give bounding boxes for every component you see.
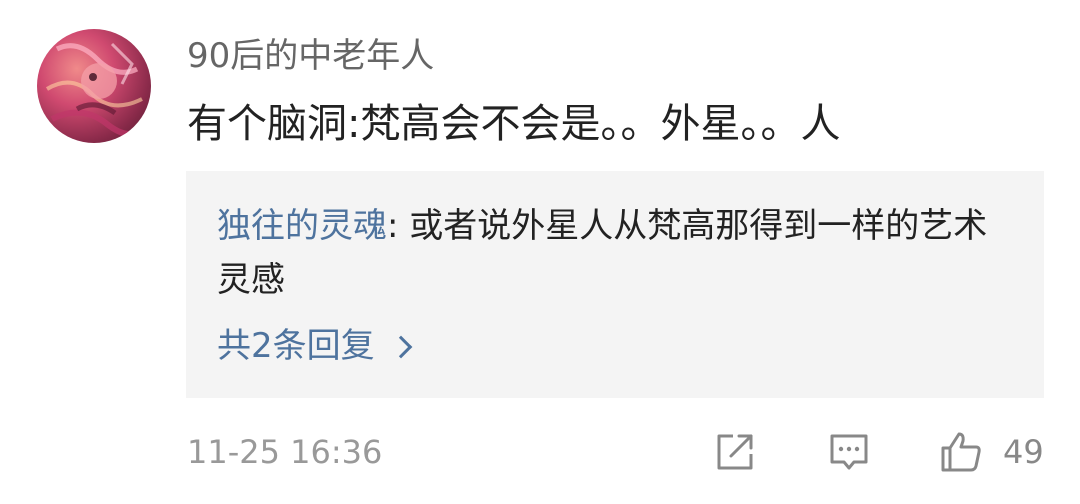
more-replies-label: 共2条回复 — [217, 326, 375, 366]
like-button[interactable] — [939, 430, 983, 474]
comment-button[interactable] — [827, 430, 871, 474]
avatar[interactable] — [37, 29, 151, 143]
share-button[interactable] — [713, 430, 757, 474]
comment-icon — [830, 434, 868, 470]
thumbs-up-icon — [941, 432, 981, 472]
chevron-right-icon — [389, 335, 412, 359]
more-replies-link[interactable]: 共2条回复 — [217, 319, 412, 373]
reply-separator: : — [387, 206, 410, 246]
username[interactable]: 90后的中老年人 — [187, 32, 434, 80]
comment-text: 有个脑洞:梵高会不会是。。外星。。人 — [187, 101, 841, 147]
like-count: 49 — [1003, 433, 1044, 471]
share-icon — [717, 434, 753, 470]
comment-footer: 11-25 16:36 49 — [187, 426, 1045, 478]
avatar-image — [45, 42, 150, 137]
reply-author[interactable]: 独往的灵魂 — [217, 206, 387, 246]
reply-item: 独往的灵魂: 或者说外星人从梵高那得到一样的艺术灵感 — [217, 199, 1017, 307]
timestamp: 11-25 16:36 — [187, 433, 383, 471]
reply-box[interactable]: 独往的灵魂: 或者说外星人从梵高那得到一样的艺术灵感 共2条回复 — [186, 171, 1044, 398]
comment-item: 90后的中老年人 有个脑洞:梵高会不会是。。外星。。人 独往的灵魂: 或者说外星… — [0, 0, 1080, 504]
